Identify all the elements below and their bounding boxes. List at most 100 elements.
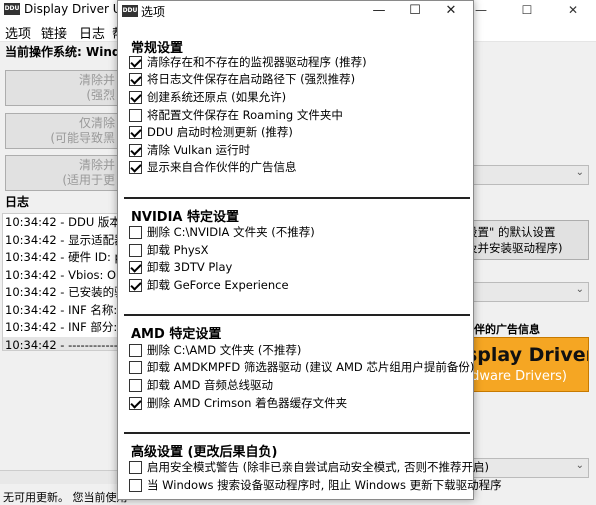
checkbox[interactable]: [129, 378, 142, 392]
option-label: 将日志文件保存在启动路径下 (强烈推荐): [147, 72, 356, 86]
option-advanced-1[interactable]: 当 Windows 搜索设备驱动程序时, 阻止 Windows 更新下载驱动程序: [129, 477, 502, 494]
banner-title: splay Driver: [466, 344, 589, 366]
chevron-down-icon: ⌄: [575, 167, 584, 178]
checkbox[interactable]: [129, 72, 142, 86]
option-amd-2[interactable]: 卸载 AMD 音频总线驱动: [129, 377, 273, 394]
dialog-titlebar: DDU 选项 — ☐ ✕: [118, 1, 473, 22]
log-line: 10:34:42 - ------------: [3, 336, 119, 350]
button-line: (适用于更: [62, 173, 115, 187]
option-general-0[interactable]: 清除存在和不存在的监视器驱动程序 (推荐): [129, 54, 367, 71]
clean-and-shutdown-button[interactable]: 清除并 (适用于更: [5, 155, 122, 191]
option-nvidia-3[interactable]: 卸载 GeForce Experience: [129, 277, 289, 294]
button-line: 及并安装驱动程序): [466, 241, 563, 255]
log-line: 10:34:42 - INF 名称: oe: [5, 302, 119, 317]
button-line: (强烈: [86, 88, 115, 102]
checkbox[interactable]: [129, 90, 142, 104]
ddu-app-icon: DDU: [122, 5, 138, 17]
partner-banner[interactable]: splay Driver rdware Drivers): [463, 337, 589, 392]
option-general-2[interactable]: 创建系统还原点 (如果允许): [129, 89, 286, 106]
option-label: 卸载 AMD 音频总线驱动: [147, 378, 273, 392]
log-line: 10:34:42 - DDU 版本: 1: [5, 215, 120, 229]
checkbox[interactable]: [129, 225, 142, 239]
clean-only-button[interactable]: 仅清除 (可能导致黑: [5, 113, 122, 149]
option-label: 显示来自合作伙伴的广告信息: [147, 160, 297, 174]
status-text: 无可用更新。 您当前使用: [3, 491, 128, 504]
option-amd-3[interactable]: 删除 AMD Crimson 着色器缓存文件夹: [129, 395, 347, 412]
device-type-select[interactable]: ⌄: [463, 165, 589, 185]
option-general-1[interactable]: 将日志文件保存在启动路径下 (强烈推荐): [129, 71, 355, 88]
option-label: 卸载 AMDKMPFD 筛选器驱动 (建议 AMD 芯片组用户提前备份): [147, 360, 475, 374]
checkbox[interactable]: [129, 460, 142, 474]
close-icon[interactable]: ✕: [550, 0, 596, 20]
close-icon[interactable]: ✕: [433, 1, 469, 22]
option-label: 删除 C:\NVIDIA 文件夹 (不推荐): [147, 225, 315, 239]
checkbox[interactable]: [129, 360, 142, 374]
option-general-4[interactable]: DDU 启动时检测更新 (推荐): [129, 124, 293, 141]
checkbox[interactable]: [129, 55, 142, 69]
vendor-select[interactable]: ⌄: [463, 282, 589, 302]
option-nvidia-1[interactable]: 卸载 PhysX: [129, 242, 209, 259]
option-advanced-0[interactable]: 启用安全模式警告 (除非已亲自尝试启动安全模式, 否则不推荐开启): [129, 459, 489, 476]
log-heading: 日志: [5, 195, 30, 209]
checkbox[interactable]: [129, 260, 142, 274]
checkbox[interactable]: [129, 108, 142, 122]
option-label: 卸载 3DTV Play: [147, 260, 233, 274]
option-label: 当 Windows 搜索设备驱动程序时, 阻止 Windows 更新下载驱动程序: [147, 478, 502, 492]
option-label: 删除 AMD Crimson 着色器缓存文件夹: [147, 396, 348, 410]
checkbox[interactable]: [129, 478, 142, 492]
option-general-6[interactable]: 显示来自合作伙伴的广告信息: [129, 159, 297, 176]
option-label: DDU 启动时检测更新 (推荐): [147, 125, 293, 139]
log-list[interactable]: 10:34:42 - DDU 版本: 1 10:34:42 - 显示适配器 # …: [2, 213, 120, 351]
button-line: 清除并: [78, 73, 115, 87]
default-settings-button[interactable]: 设置" 的默认设置 及并安装驱动程序): [463, 220, 589, 260]
section-divider: [124, 314, 470, 316]
ddu-app-icon: DDU: [4, 3, 20, 15]
nvidia-settings-heading: NVIDIA 特定设置: [131, 210, 239, 225]
option-amd-1[interactable]: 卸载 AMDKMPFD 筛选器驱动 (建议 AMD 芯片组用户提前备份): [129, 359, 474, 376]
option-nvidia-2[interactable]: 卸载 3DTV Play: [129, 259, 232, 276]
checkbox[interactable]: [129, 396, 142, 410]
dialog-title: 选项: [141, 5, 166, 19]
log-horizontal-scrollbar[interactable]: [0, 470, 118, 484]
section-divider: [124, 197, 470, 199]
option-label: 启用安全模式警告 (除非已亲自尝试启动安全模式, 否则不推荐开启): [147, 460, 489, 474]
menu-options[interactable]: 选项: [5, 23, 31, 42]
chevron-down-icon: ⌄: [575, 284, 584, 295]
maximize-icon[interactable]: ☐: [504, 0, 550, 20]
menu-links[interactable]: 链接: [41, 23, 67, 42]
option-nvidia-0[interactable]: 删除 C:\NVIDIA 文件夹 (不推荐): [129, 224, 315, 241]
option-label: 将配置文件保存在 Roaming 文件夹中: [147, 108, 343, 122]
option-amd-0[interactable]: 删除 C:\AMD 文件夹 (不推荐): [129, 342, 301, 359]
option-general-3[interactable]: 将配置文件保存在 Roaming 文件夹中: [129, 107, 343, 124]
clean-and-restart-button[interactable]: 清除并 (强烈: [5, 70, 122, 106]
option-label: 卸载 PhysX: [147, 243, 209, 257]
checkbox[interactable]: [129, 160, 142, 174]
option-label: 清除 Vulkan 运行时: [147, 143, 251, 157]
minimize-icon[interactable]: —: [361, 1, 397, 22]
log-line: 10:34:42 - 显示适配器 #: [5, 232, 120, 247]
button-line: 仅清除: [78, 116, 115, 130]
button-line: 设置" 的默认设置: [466, 225, 556, 239]
log-line: 10:34:42 - 硬件 ID: pci\: [5, 250, 119, 264]
checkbox[interactable]: [129, 278, 142, 292]
checkbox[interactable]: [129, 343, 142, 357]
amd-settings-heading: AMD 特定设置: [131, 327, 222, 342]
option-label: 删除 C:\AMD 文件夹 (不推荐): [147, 343, 302, 357]
option-label: 创建系统还原点 (如果允许): [147, 90, 287, 104]
banner-subtitle: rdware Drivers): [466, 369, 568, 384]
maximize-icon[interactable]: ☐: [397, 1, 433, 22]
advanced-settings-heading: 高级设置 (更改后果自负): [131, 445, 278, 460]
partner-ad-label: 伙伴的广告信息: [463, 323, 540, 336]
log-line: 10:34:42 - INF 部分: VB: [5, 320, 119, 334]
checkbox[interactable]: [129, 143, 142, 157]
log-line: 10:34:42 - 已安装的驱动: [5, 285, 119, 299]
checkbox[interactable]: [129, 243, 142, 257]
section-divider: [124, 432, 470, 434]
menu-log[interactable]: 日志: [79, 23, 105, 42]
option-general-5[interactable]: 清除 Vulkan 运行时: [129, 142, 250, 159]
log-line: 10:34:42 - Vbios: Oracl: [5, 267, 120, 282]
option-label: 卸载 GeForce Experience: [147, 278, 289, 292]
checkbox[interactable]: [129, 125, 142, 139]
button-line: (可能导致黑: [50, 131, 115, 145]
option-label: 清除存在和不存在的监视器驱动程序 (推荐): [147, 55, 367, 69]
